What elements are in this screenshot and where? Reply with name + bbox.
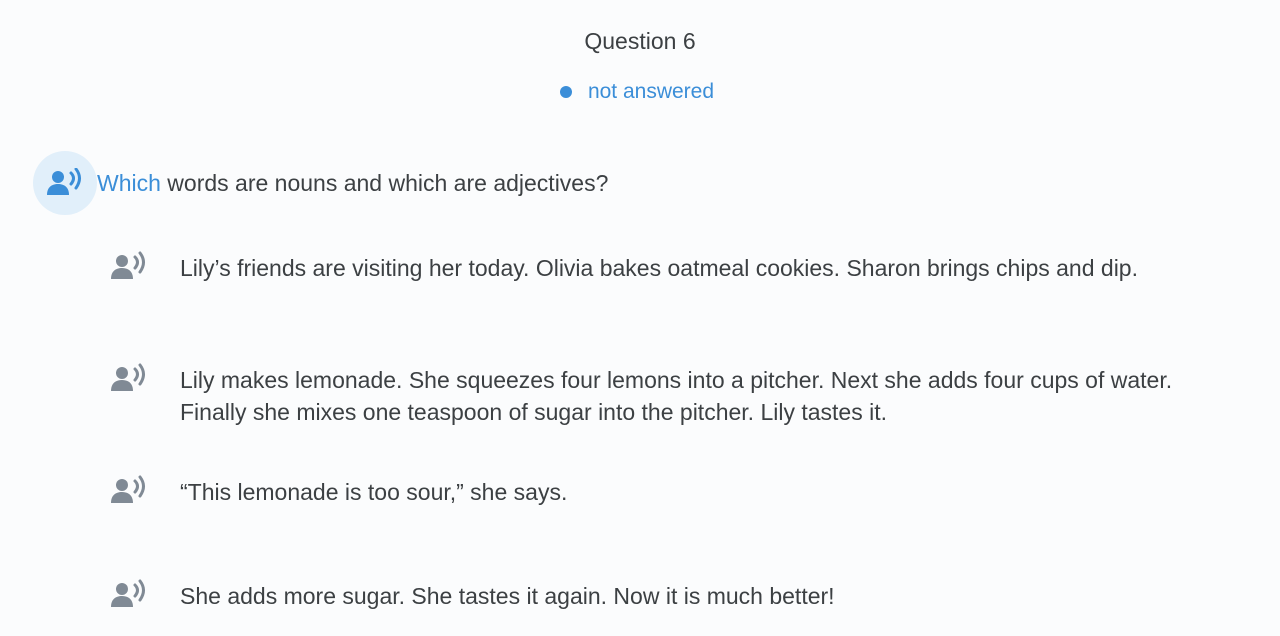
sentence-1-read-aloud-button[interactable]	[108, 248, 150, 284]
question-page: Question 6 not answered Which words are …	[0, 0, 1280, 636]
sentence-4-text: She adds more sugar. She tastes it again…	[180, 583, 835, 609]
sentence-3: “This lemonade is too sour,” she says.	[108, 475, 1248, 508]
sentence-3-text: “This lemonade is too sour,” she says.	[180, 479, 568, 505]
sentence-3-read-aloud-button[interactable]	[108, 472, 150, 508]
sentence-4-read-aloud-button[interactable]	[108, 576, 150, 612]
sentence-4: She adds more sugar. She tastes it again…	[108, 579, 1248, 612]
sentence-1: Lily’s friends are visiting her today. O…	[108, 251, 1248, 284]
speaker-person-icon	[111, 475, 145, 503]
sentence-1-text: Lily’s friends are visiting her today. O…	[180, 255, 1138, 281]
status-dot-icon	[559, 86, 572, 98]
sentence-2-text: Lily makes lemonade. She squeezes four l…	[180, 367, 1173, 425]
question-title: Question 6	[584, 28, 696, 54]
question-prompt: Which words are nouns and which are adje…	[33, 151, 608, 215]
answer-status: not answered	[0, 80, 1280, 104]
prompt-read-aloud-button[interactable]	[33, 151, 97, 215]
speaker-person-icon	[111, 363, 145, 391]
sentence-2-read-aloud-button[interactable]	[108, 360, 150, 396]
speaker-person-icon	[111, 579, 145, 607]
speaker-person-icon	[111, 251, 145, 279]
sentence-2: Lily makes lemonade. She squeezes four l…	[108, 363, 1248, 428]
speaker-person-icon	[47, 168, 81, 195]
prompt-highlight-word: Which	[97, 169, 161, 196]
prompt-text: Which words are nouns and which are adje…	[97, 169, 609, 196]
status-label: not answered	[587, 80, 715, 103]
prompt-rest: words are nouns and which are adjectives…	[160, 169, 609, 196]
